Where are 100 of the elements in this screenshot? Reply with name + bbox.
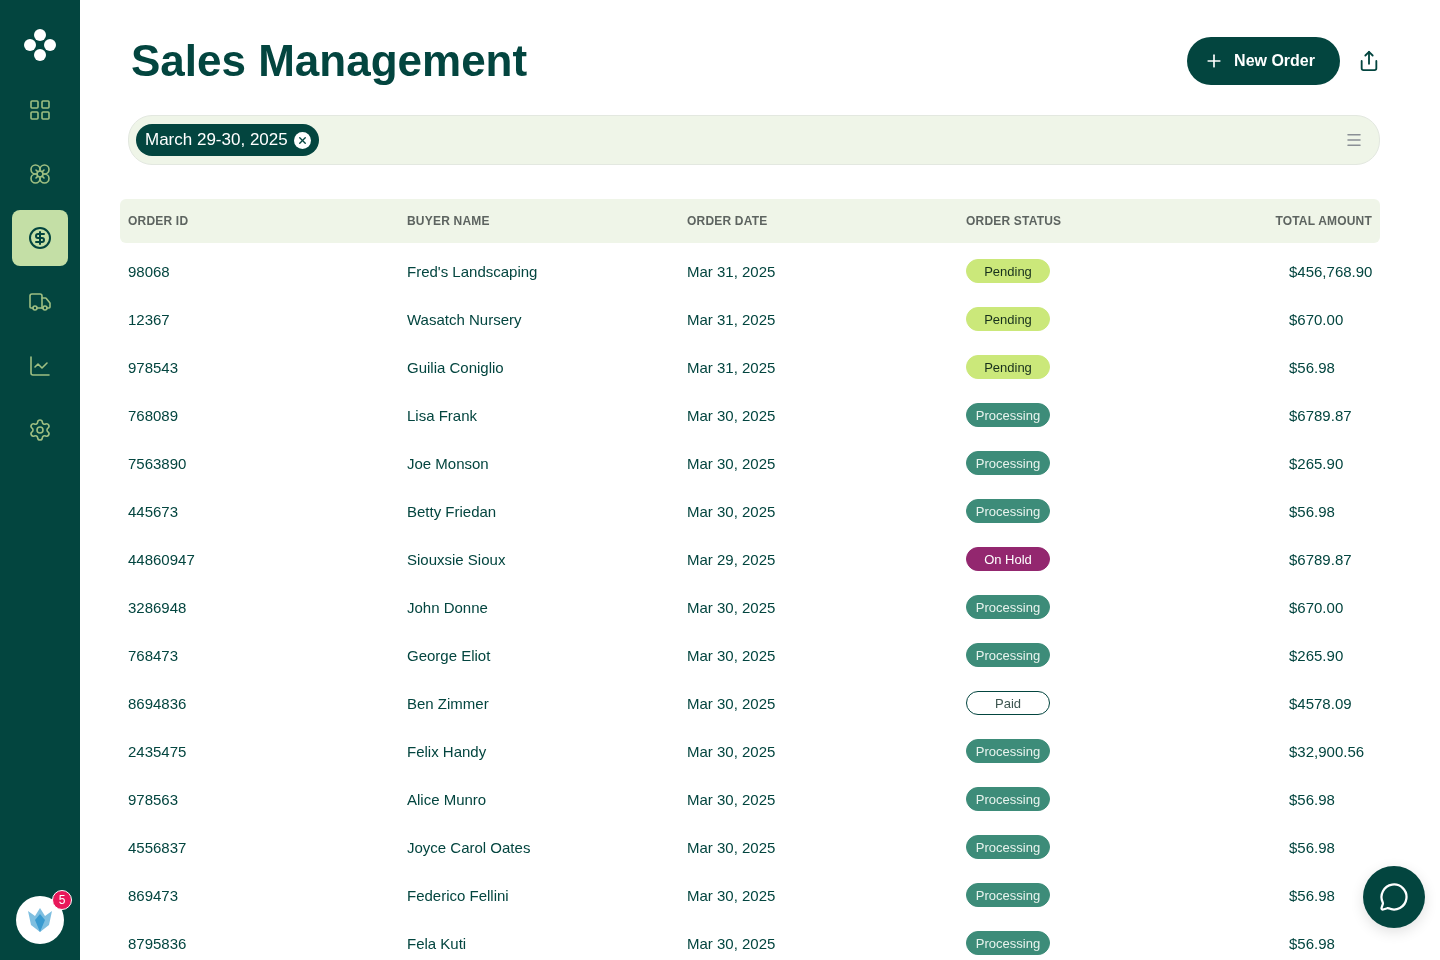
order-date-cell-text: Mar 31, 2025	[687, 262, 777, 280]
order-date-cell-text: Mar 29, 2025	[687, 550, 777, 568]
status-badge: Processing	[966, 883, 1050, 907]
order-id-cell-text: 8694836	[128, 694, 188, 712]
status-badge: Processing	[966, 499, 1050, 523]
buyer-name-cell-text: Wasatch Nursery	[407, 310, 523, 328]
total-amount-cell-text: $670.00	[1289, 310, 1345, 328]
buyer-name-cell-text: Joe Monson	[407, 454, 490, 472]
order-id-cell-text: 869473	[128, 886, 180, 904]
status-badge: Pending	[966, 307, 1050, 331]
buyer-name-cell-text: Siouxsie Sioux	[407, 550, 507, 568]
order-id-cell-text: 7563890	[128, 454, 188, 472]
order-date-cell-text: Mar 31, 2025	[687, 358, 777, 376]
order-id-cell-text: 3286948	[128, 598, 188, 616]
buyer-name-cell-text: Betty Friedan	[407, 502, 498, 520]
order-date-cell-text: Mar 30, 2025	[687, 454, 777, 472]
column-header: TOTAL AMOUNT	[1275, 214, 1372, 228]
order-date-cell-text: Mar 30, 2025	[687, 886, 777, 904]
buyer-name-cell-text: John Donne	[407, 598, 489, 616]
share-icon	[1358, 50, 1380, 72]
buyer-name-cell-text: Joyce Carol Oates	[407, 838, 532, 856]
settings-icon	[28, 418, 52, 442]
status-badge: Processing	[966, 451, 1050, 475]
share-button[interactable]	[1358, 50, 1380, 72]
total-amount-cell-text: $6789.87	[1289, 550, 1353, 568]
total-amount-cell-text: $56.98	[1289, 838, 1336, 856]
remove-chip-button[interactable]	[293, 131, 311, 149]
date-filter-chip[interactable]: March 29-30, 2025	[136, 124, 319, 156]
total-amount-cell-text: $6789.87	[1289, 406, 1353, 424]
chat-button[interactable]	[1363, 866, 1425, 928]
buyer-name-cell-text: Ben Zimmer	[407, 694, 490, 712]
total-amount-cell-text: $56.98	[1289, 502, 1336, 520]
status-badge: Pending	[966, 259, 1050, 283]
total-amount-cell-text: $265.90	[1289, 454, 1345, 472]
order-date-cell-text: Mar 30, 2025	[687, 934, 777, 952]
order-id-cell-text: 978543	[128, 358, 180, 376]
order-date-cell-text: Mar 30, 2025	[687, 838, 777, 856]
order-date-cell-text: Mar 30, 2025	[687, 502, 777, 520]
buyer-name-cell-text: Felix Handy	[407, 742, 488, 760]
grid-icon	[28, 98, 52, 122]
status-badge: Processing	[966, 787, 1050, 811]
order-id-cell-text: 768089	[128, 406, 180, 424]
order-date-cell-text: Mar 30, 2025	[687, 742, 777, 760]
buyer-name-cell-text: Federico Fellini	[407, 886, 510, 904]
order-id-cell-text: 768473	[128, 646, 180, 664]
status-badge: Processing	[966, 931, 1050, 955]
order-date-cell-text: Mar 30, 2025	[687, 694, 777, 712]
status-badge: Processing	[966, 835, 1050, 859]
order-date-cell-text: Mar 31, 2025	[687, 310, 777, 328]
buyer-name-cell-text: Guilia Coniglio	[407, 358, 505, 376]
status-badge: Processing	[966, 403, 1050, 427]
total-amount-cell: $456,768.90	[1289, 262, 1372, 280]
notification-badge: 5	[52, 890, 72, 910]
order-id-cell-text: 12367	[128, 310, 171, 328]
order-id-cell-text: 98068	[128, 262, 171, 280]
order-date-cell-text: Mar 30, 2025	[687, 646, 777, 664]
status-badge: Processing	[966, 643, 1050, 667]
buyer-name-cell-text: Fela Kuti	[407, 934, 468, 952]
status-badge: On Hold	[966, 547, 1050, 571]
order-id-cell-text: 445673	[128, 502, 180, 520]
total-amount-cell-text: $4578.09	[1289, 694, 1353, 712]
order-date-cell-text: Mar 30, 2025	[687, 406, 777, 424]
menu-icon[interactable]	[1345, 131, 1363, 149]
status-badge: Pending	[966, 355, 1050, 379]
buyer-name-cell-text: Fred's Landscaping	[407, 262, 539, 280]
truck-icon	[28, 290, 52, 314]
status-badge: Paid	[966, 691, 1050, 715]
buyer-name-cell-text: George Eliot	[407, 646, 492, 664]
dollar-icon	[28, 226, 52, 250]
buyer-name-cell-text: Lisa Frank	[407, 406, 479, 424]
order-id-cell-text: 8795836	[128, 934, 188, 952]
avatar-button[interactable]	[16, 896, 64, 944]
flower-icon	[28, 162, 52, 186]
total-amount-cell-text: $265.90	[1289, 646, 1345, 664]
sidebar-nav-button[interactable]	[12, 210, 68, 266]
total-amount-cell-text: $32,900.56	[1289, 742, 1366, 760]
order-date-cell-text: Mar 30, 2025	[687, 598, 777, 616]
total-amount-cell-text: $56.98	[1289, 358, 1336, 376]
fox-logo-icon	[26, 906, 54, 934]
buyer-name-cell-text: Alice Munro	[407, 790, 488, 808]
order-id-cell-text: 44860947	[128, 550, 196, 568]
total-amount-cell-text: $56.98	[1289, 886, 1336, 904]
chat-icon	[1379, 882, 1409, 912]
status-badge: Processing	[966, 739, 1050, 763]
order-date-cell-text: Mar 30, 2025	[687, 790, 777, 808]
order-id-cell-text: 978563	[128, 790, 180, 808]
order-id-cell-text: 2435475	[128, 742, 188, 760]
total-amount-cell-text: $56.98	[1289, 790, 1336, 808]
column-header: ORDER ID	[128, 214, 189, 228]
column-header: ORDER DATE	[687, 214, 768, 228]
chart-icon	[28, 354, 52, 378]
status-badge: Processing	[966, 595, 1050, 619]
logo-icon	[23, 28, 57, 62]
total-amount-cell-text: $670.00	[1289, 598, 1345, 616]
new-order-button[interactable]: New Order	[1187, 37, 1340, 85]
total-amount-cell-text: $56.98	[1289, 934, 1336, 952]
column-header: BUYER NAME	[407, 214, 490, 228]
page-title: Sales Management	[131, 36, 529, 86]
close-icon	[296, 134, 308, 146]
order-id-cell-text: 4556837	[128, 838, 188, 856]
